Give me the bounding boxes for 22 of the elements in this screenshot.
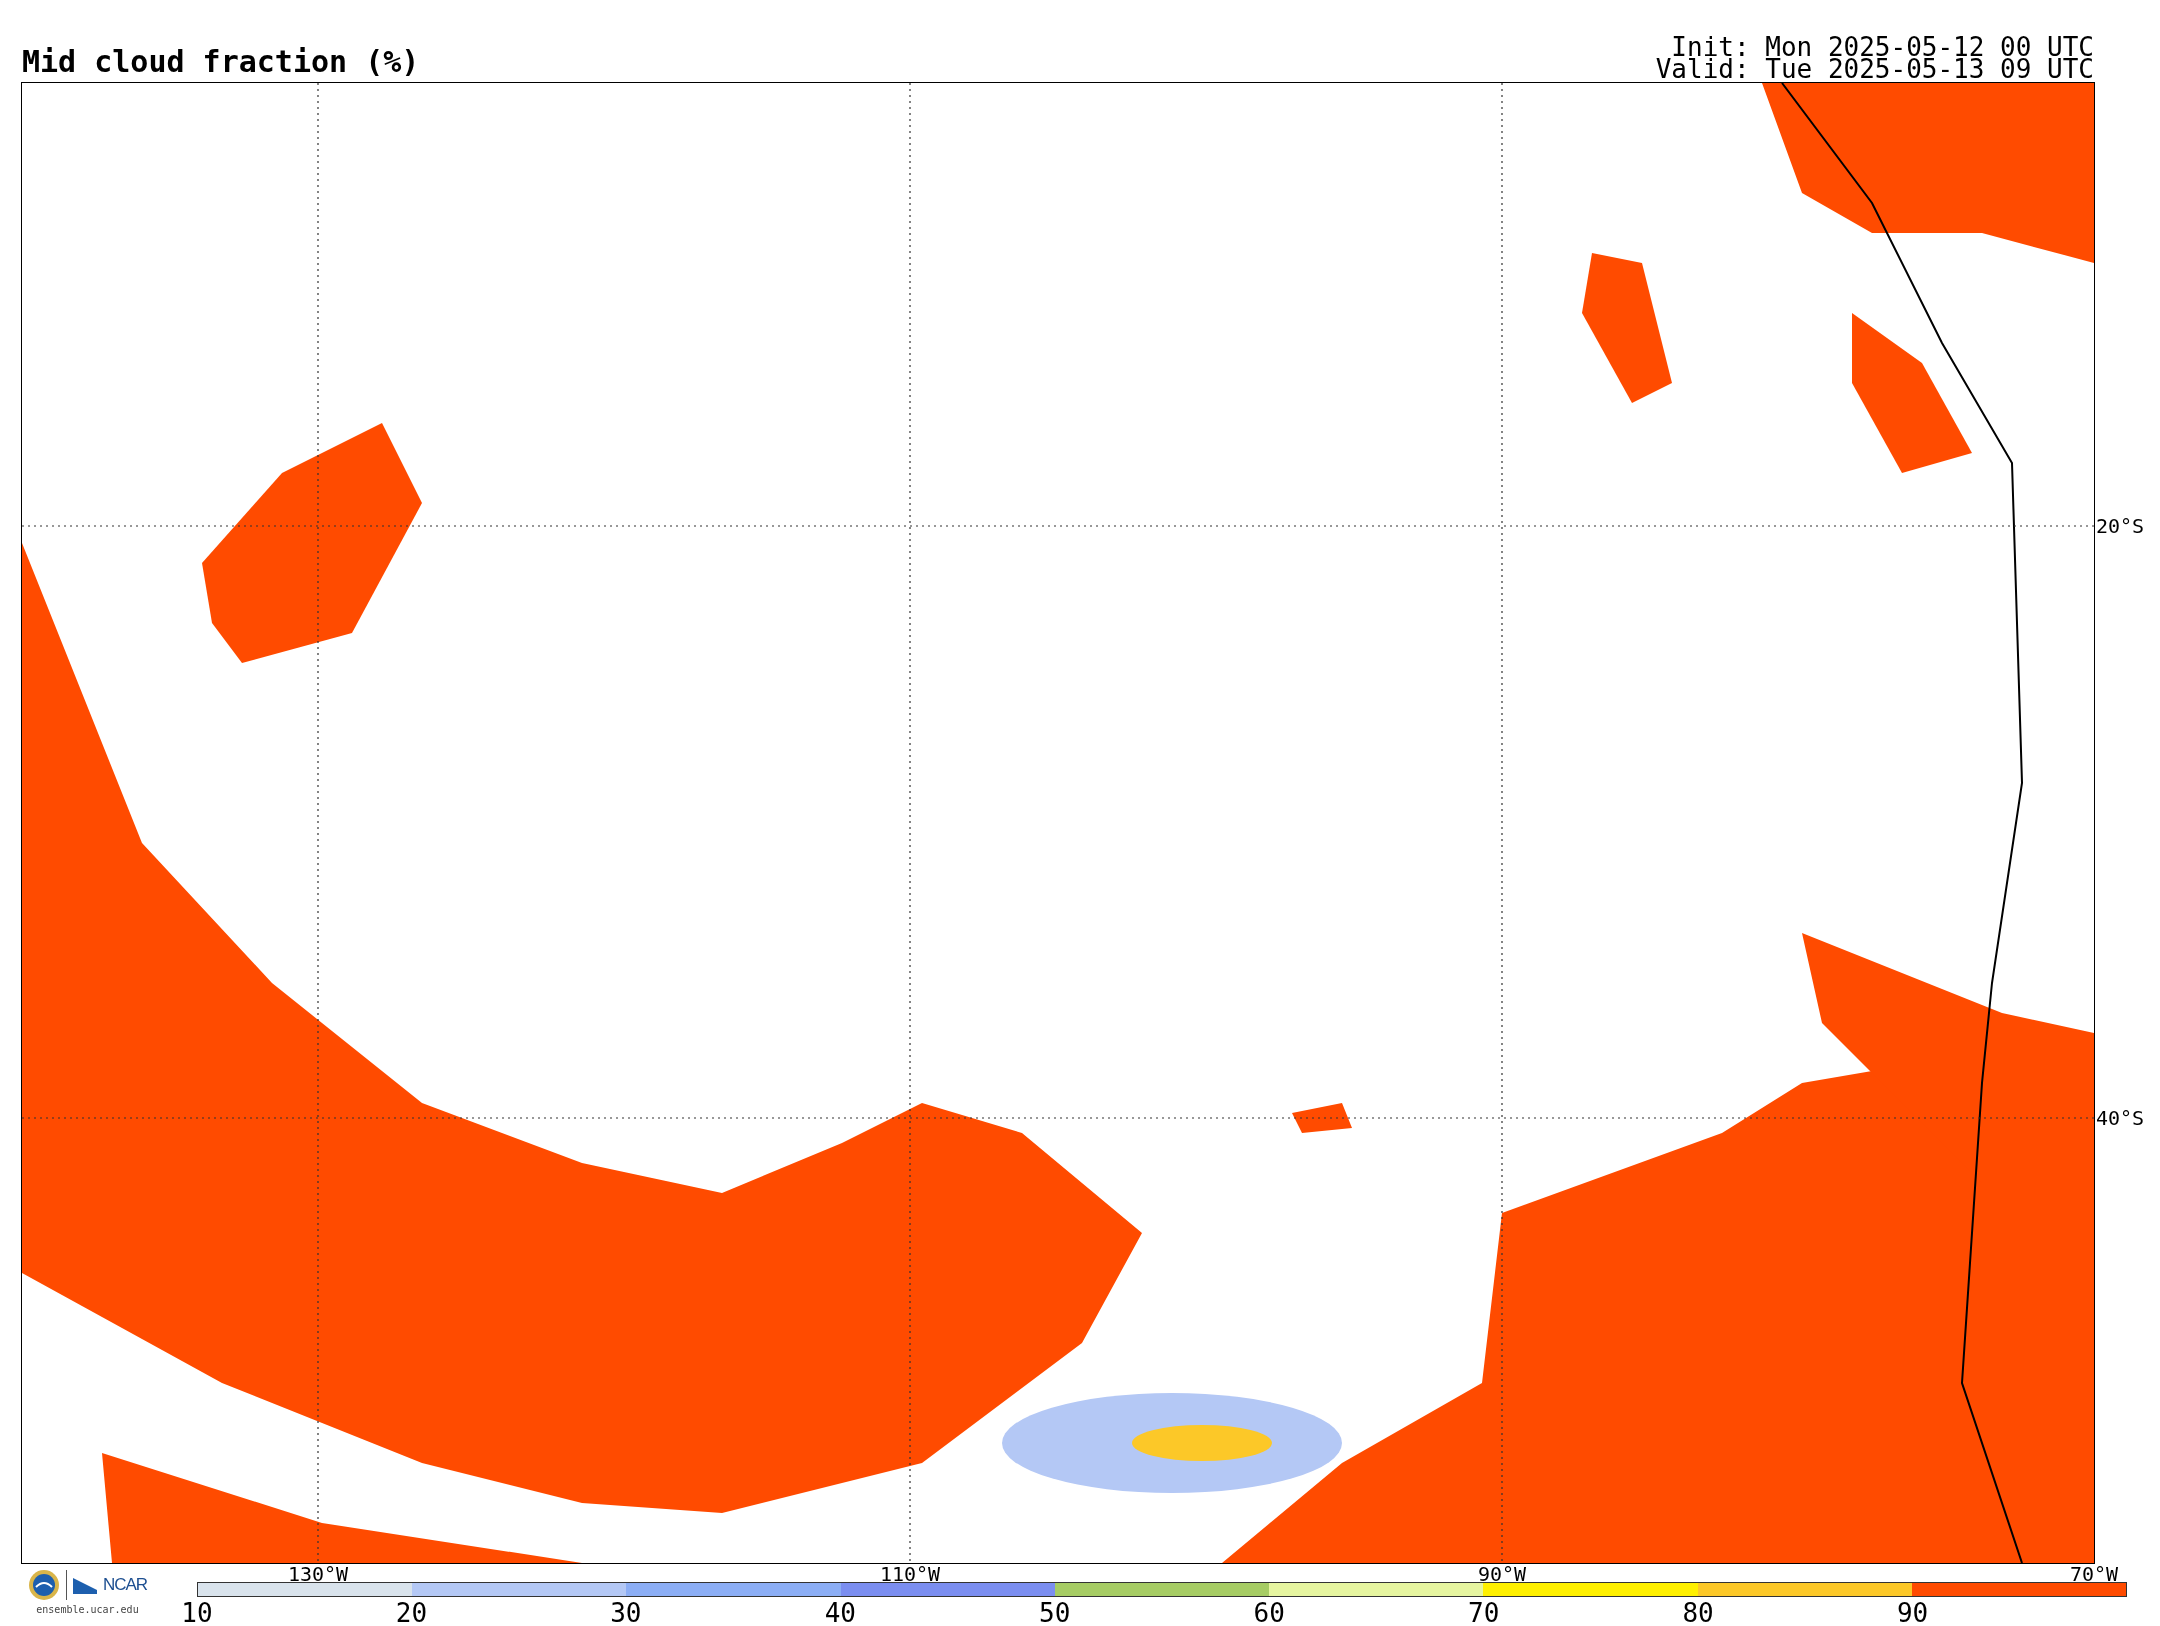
- tick-label: 50: [1039, 1600, 1071, 1626]
- tick-label: 10: [181, 1600, 213, 1626]
- init-time: Init: Mon 2025-05-12 00 UTC: [1671, 36, 2094, 58]
- longitude-label: 90°W: [1477, 1563, 1527, 1585]
- tick-label: 70: [1468, 1600, 1500, 1626]
- longitude-label: 130°W: [287, 1563, 349, 1585]
- latitude-label: 40°S: [2095, 1107, 2145, 1129]
- longitude-label: 110°W: [879, 1563, 941, 1585]
- tick-label: 20: [395, 1600, 428, 1626]
- tick-label: 80: [1682, 1600, 1714, 1626]
- logo-text: NCAR: [102, 1575, 148, 1595]
- tick-label: 40: [824, 1600, 856, 1626]
- tick-label: 90: [1896, 1600, 1929, 1626]
- logo-mark-icon: [72, 1576, 97, 1594]
- tick-label: 30: [610, 1600, 642, 1626]
- seal-icon: [27, 1569, 60, 1601]
- plot-title: Mid cloud fraction (%): [22, 44, 420, 80]
- latitude-label: 20°S: [2095, 515, 2145, 537]
- valid-time: Valid: Tue 2025-05-13 09 UTC: [1655, 58, 2094, 80]
- website-url: ensemble.ucar.edu: [36, 1604, 139, 1615]
- longitude-label: 70°W: [2069, 1563, 2119, 1585]
- tick-label: 60: [1253, 1600, 1285, 1626]
